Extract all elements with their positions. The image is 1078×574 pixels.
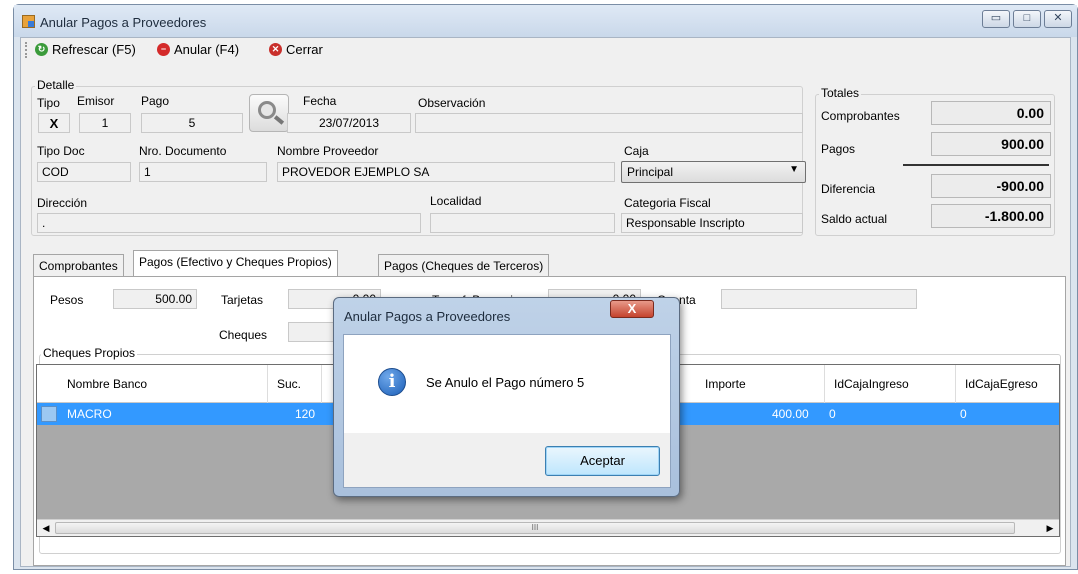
dialog-message: Se Anulo el Pago número 5 — [426, 375, 585, 390]
pagos-total-label: Pagos — [821, 142, 856, 156]
window-title: Anular Pagos a Proveedores — [40, 15, 207, 30]
localidad-field[interactable] — [430, 213, 615, 233]
tipo-label: Tipo — [37, 96, 60, 110]
scroll-right-icon[interactable]: ▶ — [1043, 521, 1057, 535]
pago-label: Pago — [141, 94, 170, 108]
nrodoc-label: Nro. Documento — [139, 144, 227, 158]
pesos-field[interactable]: 500.00 — [113, 289, 197, 309]
col-importe[interactable]: Importe — [705, 377, 746, 391]
catfiscal-label: Categoria Fiscal — [624, 196, 711, 210]
emisor-field[interactable]: 1 — [79, 113, 131, 133]
search-button[interactable] — [249, 94, 289, 132]
comprobantes-total-value: 0.00 — [931, 101, 1051, 125]
chevron-down-icon: ▼ — [789, 164, 799, 175]
dialog-title: Anular Pagos a Proveedores — [344, 309, 511, 324]
caja-select[interactable]: Principal ▼ — [621, 161, 806, 183]
close-icon: ✕ — [269, 43, 282, 56]
cheques-propios-label: Cheques Propios — [41, 346, 138, 360]
scroll-left-icon[interactable]: ◀ — [39, 521, 53, 535]
col-suc[interactable]: Suc. — [277, 377, 301, 391]
detalle-group-label: Detalle — [35, 78, 77, 92]
refresh-icon: ↻ — [35, 43, 48, 56]
pagos-total-value: 900.00 — [931, 132, 1051, 156]
observacion-label: Observación — [418, 96, 486, 110]
direccion-field[interactable]: . — [37, 213, 421, 233]
toolbar: ↻ Refrescar (F5) − Anular (F4) ✕ Cerrar — [21, 38, 1070, 62]
cell-egreso: 0 — [960, 407, 967, 421]
cell-suc: 120 — [295, 407, 316, 421]
maximize-button[interactable]: □ — [1013, 10, 1041, 28]
cancel-icon: − — [157, 43, 170, 56]
col-idcajaegreso[interactable]: IdCajaEgreso — [965, 377, 1038, 391]
minimize-button[interactable]: ▭ — [982, 10, 1010, 28]
col-nombre-banco[interactable]: Nombre Banco — [67, 377, 147, 391]
tipodoc-field[interactable]: COD — [37, 162, 131, 182]
tab-pagos-terceros[interactable]: Pagos (Cheques de Terceros) — [378, 254, 550, 276]
tarjetas-label: Tarjetas — [221, 293, 264, 307]
comprobantes-total-label: Comprobantes — [821, 109, 900, 123]
cuenta-field[interactable] — [721, 289, 917, 309]
close-button[interactable]: ✕ Cerrar — [269, 42, 323, 57]
refresh-label: Refrescar (F5) — [52, 42, 136, 57]
info-icon: i — [378, 368, 406, 396]
catfiscal-field[interactable]: Responsable Inscripto — [621, 213, 803, 233]
refresh-button[interactable]: ↻ Refrescar (F5) — [35, 42, 136, 57]
saldo-value: -1.800.00 — [931, 204, 1051, 228]
caja-value: Principal — [627, 165, 674, 179]
toolbar-grip — [25, 42, 27, 58]
totales-group-label: Totales — [819, 86, 862, 100]
dialog-body: i Se Anulo el Pago número 5 Aceptar — [343, 334, 671, 488]
cancel-label: Anular (F4) — [174, 42, 240, 57]
totals-divider — [903, 164, 1049, 166]
proveedor-label: Nombre Proveedor — [277, 144, 379, 158]
localidad-label: Localidad — [430, 194, 482, 208]
accept-button[interactable]: Aceptar — [545, 446, 660, 476]
cheques-label: Cheques — [219, 328, 268, 342]
title-bar: Anular Pagos a Proveedores ▭ □ ✕ — [14, 5, 1077, 37]
close-label: Cerrar — [286, 42, 323, 57]
tipodoc-label: Tipo Doc — [37, 144, 85, 158]
emisor-label: Emisor — [77, 94, 115, 108]
row-selector[interactable] — [41, 406, 57, 422]
fecha-label: Fecha — [303, 94, 337, 108]
fecha-field[interactable]: 23/07/2013 — [287, 113, 411, 133]
direccion-label: Dirección — [37, 196, 88, 210]
nrodoc-field[interactable]: 1 — [139, 162, 267, 182]
cell-importe: 400.00 — [772, 407, 809, 421]
dialog-message-area: i Se Anulo el Pago número 5 — [344, 335, 670, 433]
search-icon — [258, 101, 276, 119]
observacion-field[interactable] — [415, 113, 803, 133]
cell-banco: MACRO — [67, 407, 112, 421]
saldo-label: Saldo actual — [821, 212, 888, 226]
proveedor-field[interactable]: PROVEDOR EJEMPLO SA — [277, 162, 615, 182]
caja-label: Caja — [624, 144, 649, 158]
tab-comprobantes[interactable]: Comprobantes — [33, 254, 124, 276]
diferencia-value: -900.00 — [931, 174, 1051, 198]
cancel-payment-button[interactable]: − Anular (F4) — [157, 42, 239, 57]
app-icon — [22, 15, 35, 28]
scroll-thumb[interactable]: III — [55, 522, 1015, 534]
col-idcajaingreso[interactable]: IdCajaIngreso — [834, 377, 909, 391]
pesos-label: Pesos — [50, 293, 84, 307]
cell-ingreso: 0 — [829, 407, 836, 421]
tipo-field[interactable]: X — [38, 113, 70, 133]
dialog-close-button[interactable]: X — [610, 300, 654, 318]
close-window-button[interactable]: ✕ — [1044, 10, 1072, 28]
message-dialog: Anular Pagos a Proveedores X i Se Anulo … — [333, 297, 680, 497]
diferencia-label: Diferencia — [821, 182, 876, 196]
tab-pagos-efectivo[interactable]: Pagos (Efectivo y Cheques Propios) — [133, 250, 338, 276]
pago-field[interactable]: 5 — [141, 113, 243, 133]
horizontal-scrollbar[interactable]: ◀ III ▶ — [37, 519, 1059, 536]
